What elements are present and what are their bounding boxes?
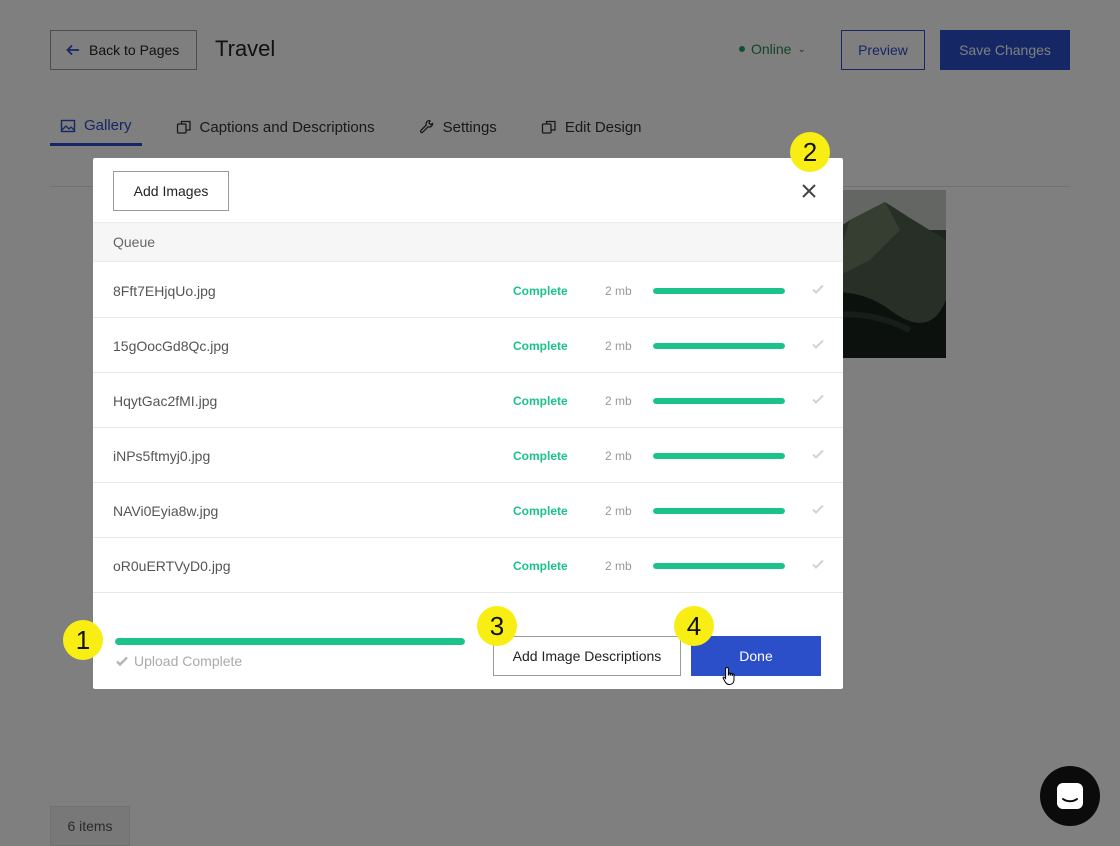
file-name: oR0uERTVyD0.jpg xyxy=(113,557,231,574)
file-name: iNPs5ftmyj0.jpg xyxy=(113,447,211,464)
checkmark-icon xyxy=(812,504,824,514)
callout-1: 1 xyxy=(63,620,103,660)
file-size: 2 mb xyxy=(605,558,632,573)
file-size: 2 mb xyxy=(605,503,632,518)
upload-complete-status: Upload Complete xyxy=(115,653,242,669)
upload-queue-list: 8Fft7EHjqUo.jpg Complete 2 mb 15gOocGd8Q… xyxy=(93,263,843,593)
file-progress-bar xyxy=(653,398,785,404)
chat-icon xyxy=(1057,783,1083,809)
file-size: 2 mb xyxy=(605,283,632,298)
upload-status: Complete xyxy=(513,283,568,298)
file-name: NAVi0Eyia8w.jpg xyxy=(113,502,219,519)
file-progress-fill xyxy=(653,343,785,349)
upload-status: Complete xyxy=(513,448,568,463)
file-name: 15gOocGd8Qc.jpg xyxy=(113,337,229,354)
queue-row: NAVi0Eyia8w.jpg Complete 2 mb xyxy=(93,483,843,538)
add-images-button[interactable]: Add Images xyxy=(113,171,229,211)
file-size: 2 mb xyxy=(605,338,632,353)
file-progress-bar xyxy=(653,288,785,294)
callout-4: 4 xyxy=(674,606,714,646)
upload-complete-label: Upload Complete xyxy=(134,653,243,669)
queue-row: 8Fft7EHjqUo.jpg Complete 2 mb xyxy=(93,263,843,318)
overall-progress-bar xyxy=(115,638,465,645)
overall-progress-fill xyxy=(115,638,465,645)
file-progress-fill xyxy=(653,563,785,569)
checkmark-icon xyxy=(116,656,128,667)
upload-status: Complete xyxy=(513,558,568,573)
queue-header: Queue xyxy=(93,222,843,262)
queue-row: 15gOocGd8Qc.jpg Complete 2 mb xyxy=(93,318,843,373)
checkmark-icon xyxy=(812,339,824,349)
hand-cursor-icon xyxy=(722,666,735,686)
close-icon[interactable] xyxy=(798,180,820,202)
add-image-descriptions-button[interactable]: Add Image Descriptions xyxy=(493,636,681,676)
checkmark-icon xyxy=(812,559,824,569)
upload-status: Complete xyxy=(513,503,568,518)
checkmark-icon xyxy=(812,394,824,404)
queue-row: iNPs5ftmyj0.jpg Complete 2 mb xyxy=(93,428,843,483)
queue-row: oR0uERTVyD0.jpg Complete 2 mb xyxy=(93,538,843,593)
done-button[interactable]: Done xyxy=(691,636,821,676)
checkmark-icon xyxy=(812,449,824,459)
file-size: 2 mb xyxy=(605,448,632,463)
queue-label: Queue xyxy=(113,234,156,250)
callout-2: 2 xyxy=(790,132,830,172)
file-progress-fill xyxy=(653,453,785,459)
callout-3: 3 xyxy=(477,606,517,646)
file-progress-bar xyxy=(653,343,785,349)
chat-launcher-button[interactable] xyxy=(1040,766,1100,826)
file-size: 2 mb xyxy=(605,393,632,408)
checkmark-icon xyxy=(812,284,824,294)
file-progress-fill xyxy=(653,508,785,514)
file-progress-bar xyxy=(653,563,785,569)
file-name: HqytGac2fMI.jpg xyxy=(113,392,218,409)
queue-row: HqytGac2fMI.jpg Complete 2 mb xyxy=(93,373,843,428)
file-progress-fill xyxy=(653,398,785,404)
file-progress-fill xyxy=(653,288,785,294)
file-name: 8Fft7EHjqUo.jpg xyxy=(113,282,216,299)
file-progress-bar xyxy=(653,508,785,514)
upload-status: Complete xyxy=(513,393,568,408)
upload-modal: Add Images Queue 8Fft7EHjqUo.jpg Complet… xyxy=(93,158,843,689)
upload-status: Complete xyxy=(513,338,568,353)
file-progress-bar xyxy=(653,453,785,459)
